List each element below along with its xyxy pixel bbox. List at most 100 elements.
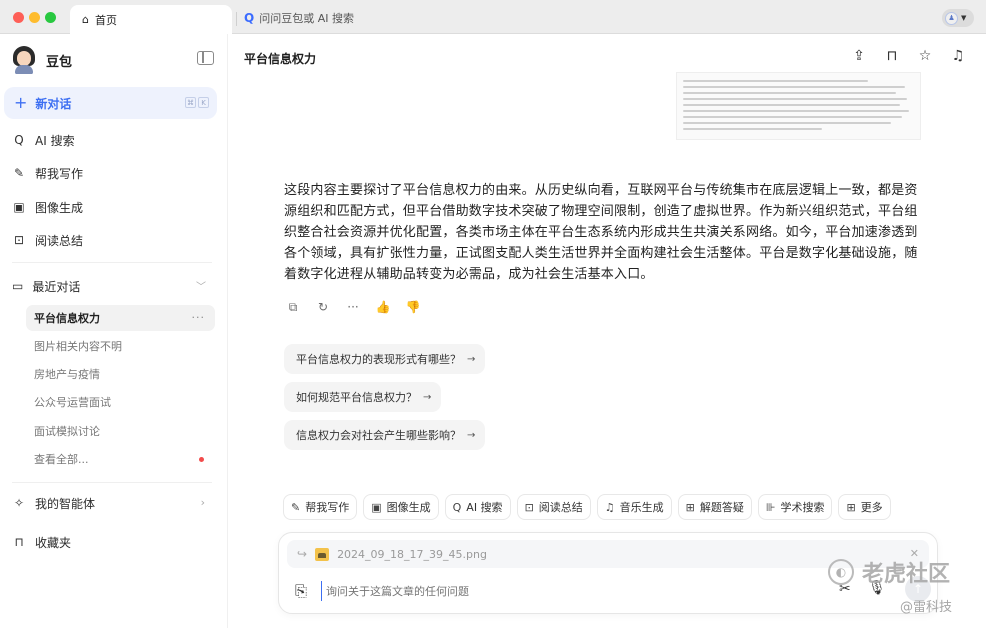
thumbs-down-icon[interactable]: 👎	[406, 300, 421, 314]
conversation-label: 公众号运营面试	[34, 396, 111, 409]
suggested-question[interactable]: 信息权力会对社会产生哪些影响？ →	[284, 420, 486, 450]
sidebar-item-agents[interactable]: ✧ 我的智能体	[12, 491, 212, 515]
tool-academic-button[interactable]: ⊪ 学术搜索	[757, 494, 833, 520]
suggested-question[interactable]: 平台信息权力的表现形式有哪些？ →	[284, 344, 486, 374]
brand[interactable]: 豆包	[12, 46, 72, 74]
arrow-right-icon: →	[467, 429, 476, 441]
tab-home[interactable]: ⌂ 首页	[70, 5, 232, 34]
tab-separator	[236, 12, 237, 26]
minimize-window-button[interactable]	[29, 12, 40, 23]
suggestion-label: 如何规范平台信息权力？	[296, 391, 417, 404]
header-actions: ⇪ ⊓ ☆ ♫	[851, 47, 966, 65]
conversation-item[interactable]: 面试模拟讨论	[26, 418, 215, 444]
bookmark-icon: ⊓	[14, 535, 24, 549]
watermark: ◐ 老虎社区	[828, 556, 950, 588]
doubao-avatar-icon	[12, 46, 36, 74]
chat-main: 平台信息权力 ⇪ ⊓ ☆ ♫ 这段内容主要探讨了平台信息权力的由来。从历史纵向看…	[228, 34, 986, 628]
tool-read-summary-button[interactable]: ⊡ 阅读总结	[516, 494, 591, 520]
tool-more-button[interactable]: ⊞ 更多	[838, 494, 891, 520]
music-icon: ♫	[604, 500, 615, 514]
close-window-button[interactable]	[13, 12, 24, 23]
bell-icon[interactable]: ♫	[950, 47, 966, 65]
sidebar-item-label: 我的智能体	[35, 496, 96, 511]
recent-conversations-header[interactable]: ▭ 最近对话 ﹀	[12, 275, 212, 297]
sidebar-item-favorites[interactable]: ⊓ 收藏夹	[12, 530, 71, 554]
user-avatar-icon: ♟	[945, 11, 958, 25]
tool-music-button[interactable]: ♫ 音乐生成	[596, 494, 672, 520]
maximize-window-button[interactable]	[45, 12, 56, 23]
image-file-icon	[315, 547, 330, 561]
attached-file-name: 2024_09_18_17_39_45.png	[337, 547, 487, 561]
arrow-right-icon: →	[467, 353, 476, 365]
sidebar-item-label: 阅读总结	[35, 233, 84, 248]
pen-icon: ✎	[291, 500, 301, 514]
plus-icon: +	[14, 93, 28, 112]
reply-arrow-icon: ↪	[297, 547, 308, 561]
ai-search-icon: Q	[14, 133, 24, 147]
answer-actions: ⧉ ↻ ··· 👍 👎	[286, 300, 421, 315]
uploaded-document-preview[interactable]	[676, 72, 921, 140]
sidebar-item-read-summary[interactable]: ⊡ 阅读总结	[12, 228, 83, 252]
read-summary-icon: ⊡	[13, 233, 25, 247]
watermark-text: 老虎社区	[862, 562, 951, 587]
conversation-label: 图片相关内容不明	[34, 340, 122, 353]
tool-label: 阅读总结	[538, 501, 583, 514]
message-input[interactable]	[321, 581, 801, 601]
tool-bar: ✎ 帮我写作 ▣ 图像生成 Q AI 搜索 ⊡ 阅读总结 ♫ 音乐生成 ⊞ 解题…	[283, 494, 891, 520]
tool-label: 音乐生成	[619, 501, 664, 514]
watermark-sub: @雷科技	[900, 600, 953, 615]
suggestion-label: 平台信息权力的表现形式有哪些？	[296, 353, 461, 366]
image-icon: ▣	[371, 500, 382, 514]
share-icon[interactable]: ⇪	[851, 47, 867, 65]
sidebar-item-label: 收藏夹	[35, 535, 72, 550]
tool-label: 解题答疑	[699, 501, 744, 514]
more-options-icon[interactable]: ···	[192, 311, 206, 324]
chevron-right-icon: ›	[200, 496, 205, 509]
search-q-icon: Q	[244, 11, 255, 25]
tool-solve-button[interactable]: ⊞ 解题答疑	[677, 494, 752, 520]
brand-name: 豆包	[46, 54, 73, 70]
tool-label: AI 搜索	[466, 501, 503, 514]
more-icon[interactable]: ···	[346, 300, 360, 314]
tool-writing-button[interactable]: ✎ 帮我写作	[283, 494, 358, 520]
sidebar-item-writing[interactable]: ✎ 帮我写作	[12, 161, 83, 185]
tool-ai-search-button[interactable]: Q AI 搜索	[444, 494, 511, 520]
browser-tab-bar: ⌂ 首页 Q 问问豆包或 AI 搜索 ♟ ▼	[0, 0, 986, 34]
conversation-label: 房地产与疫情	[34, 368, 100, 381]
tool-image-button[interactable]: ▣ 图像生成	[363, 494, 439, 520]
sidebar-toggle-icon[interactable]	[197, 51, 214, 65]
page-title: 平台信息权力	[244, 52, 317, 66]
sidebar-item-label: 帮我写作	[35, 166, 84, 181]
tool-label: 图像生成	[386, 501, 431, 514]
copy-icon[interactable]: ⧉	[286, 300, 300, 314]
view-all-conversations[interactable]: 查看全部...	[26, 446, 215, 472]
conversation-label: 查看全部...	[34, 453, 89, 466]
suggestion-label: 信息权力会对社会产生哪些影响？	[296, 429, 461, 442]
tab-search[interactable]: Q 问问豆包或 AI 搜索	[244, 5, 354, 31]
sidebar: 豆包 + 新对话 ⌘ K Q AI 搜索 ✎ 帮我写作 ▣ 图像生成 ⊡ 阅读总结…	[0, 34, 228, 628]
conversation-item[interactable]: 公众号运营面试	[26, 389, 215, 415]
tab-home-label: 首页	[94, 13, 117, 27]
star-icon[interactable]: ☆	[917, 47, 933, 65]
sidebar-item-image[interactable]: ▣ 图像生成	[12, 195, 83, 219]
conversation-label: 平台信息权力	[34, 312, 100, 325]
tool-label: 学术搜索	[780, 501, 825, 514]
new-chat-label: 新对话	[35, 96, 72, 111]
home-icon: ⌂	[82, 13, 89, 26]
profile-menu-button[interactable]: ♟ ▼	[942, 9, 974, 27]
image-icon: ▣	[13, 200, 25, 214]
conversation-item[interactable]: 房地产与疫情	[26, 361, 215, 387]
conversation-item[interactable]: 图片相关内容不明	[26, 333, 215, 359]
regenerate-icon[interactable]: ↻	[316, 300, 330, 314]
suggested-question[interactable]: 如何规范平台信息权力？ →	[284, 382, 442, 412]
sparkle-icon: ✧	[13, 496, 25, 510]
bookmark-add-icon[interactable]: ⊓	[884, 47, 900, 65]
sidebar-item-ai-search[interactable]: Q AI 搜索	[12, 128, 74, 152]
pen-icon: ✎	[13, 166, 25, 180]
thumbs-up-icon[interactable]: 👍	[376, 300, 391, 314]
watermark-logo-icon: ◐	[828, 559, 854, 585]
attachment-icon[interactable]: ⎘	[295, 582, 307, 600]
new-chat-button[interactable]: + 新对话 ⌘ K	[4, 87, 217, 119]
conversation-item[interactable]: 平台信息权力 ···	[26, 305, 215, 331]
ai-search-icon: Q	[452, 500, 462, 514]
